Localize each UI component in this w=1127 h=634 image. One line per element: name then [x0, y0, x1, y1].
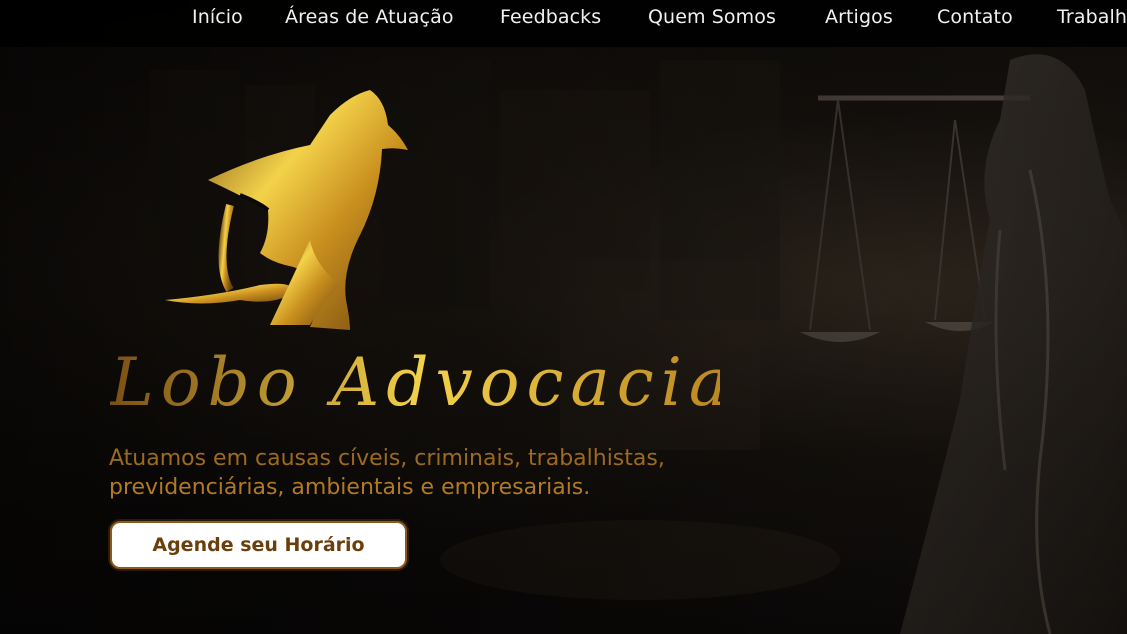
hero-tagline: Atuamos em causas cíveis, criminais, tra… — [109, 444, 749, 502]
nav-item-artigos[interactable]: Artigos — [825, 6, 893, 28]
nav-item-trabalhe-conosco[interactable]: Trabalh — [1057, 6, 1127, 28]
wolf-howling-icon — [165, 90, 408, 330]
nav-item-inicio[interactable]: Início — [192, 6, 243, 28]
lobo-advocacia-logo[interactable]: Lobo Advocacia — [110, 85, 720, 435]
tagline-line-2: previdenciárias, ambientais e empresaria… — [109, 475, 591, 500]
nav-item-areas-de-atuacao[interactable]: Áreas de Atuação — [285, 6, 454, 28]
schedule-appointment-label: Agende seu Horário — [152, 534, 365, 556]
nav-item-feedbacks[interactable]: Feedbacks — [500, 6, 601, 28]
top-navigation: Início Áreas de Atuação Feedbacks Quem S… — [0, 0, 1127, 47]
brand-name: Lobo Advocacia — [110, 344, 720, 421]
nav-item-contato[interactable]: Contato — [937, 6, 1013, 28]
hero-page: Início Áreas de Atuação Feedbacks Quem S… — [0, 0, 1127, 634]
nav-item-quem-somos[interactable]: Quem Somos — [648, 6, 776, 28]
tagline-line-1: Atuamos em causas cíveis, criminais, tra… — [109, 446, 665, 471]
schedule-appointment-button[interactable]: Agende seu Horário — [110, 521, 407, 569]
